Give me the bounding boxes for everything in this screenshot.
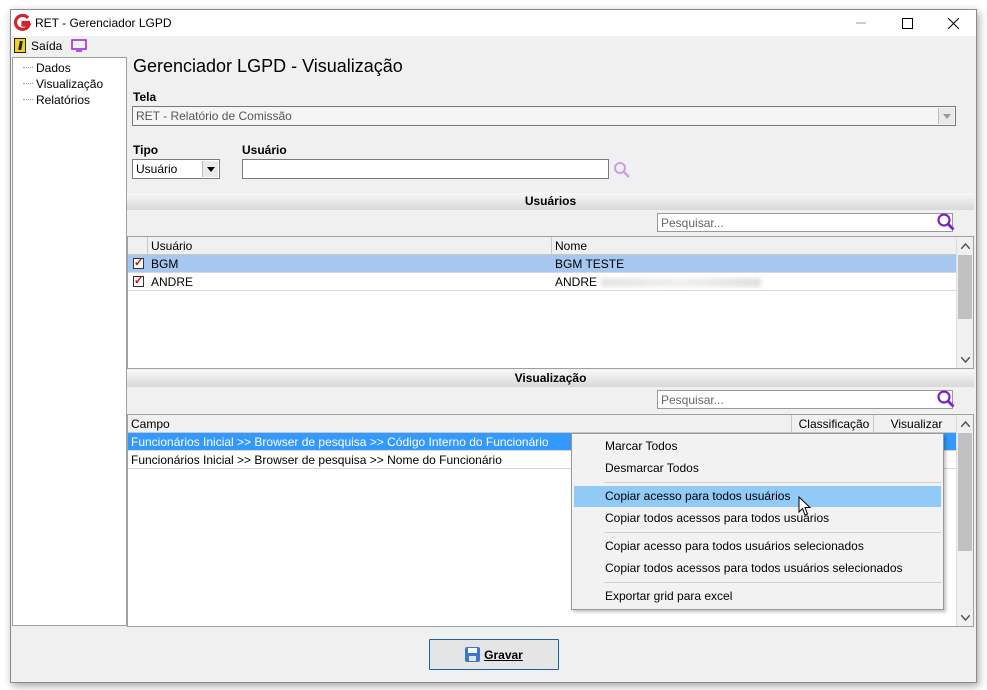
menu-separator (604, 482, 941, 483)
menu-item-copiar-todos-acessos-todos[interactable]: Copiar todos acessos para todos usuários (574, 508, 941, 529)
main-window: RET - Gerenciador LGPD Saída Dados Visua… (10, 9, 977, 683)
tela-label: Tela (133, 90, 157, 104)
save-button[interactable]: Gravar (429, 639, 559, 670)
menu-item-copiar-acesso-todos[interactable]: Copiar acesso para todos usuários (574, 486, 941, 507)
close-icon (947, 17, 959, 29)
menu-item-copiar-todos-acessos-selecionados[interactable]: Copiar todos acessos para todos usuários… (574, 558, 941, 579)
cell-usuario: BGM (151, 257, 179, 271)
tipo-value: Usuário (136, 162, 178, 176)
usuario-search-icon[interactable] (612, 160, 632, 180)
scroll-thumb[interactable] (958, 255, 972, 319)
cell-nome: BGM TESTE (555, 257, 625, 271)
maximize-icon (901, 17, 913, 29)
row-checkbox[interactable]: ✓ (133, 258, 144, 269)
tree-item-relatorios[interactable]: Relatórios (36, 93, 90, 107)
scroll-thumb[interactable] (958, 433, 972, 551)
tree-connector (23, 99, 33, 100)
tree-item-visualizacao[interactable]: Visualização (36, 77, 103, 91)
view-grid-scrollbar[interactable] (956, 415, 973, 626)
scroll-down-icon[interactable] (957, 351, 974, 368)
table-row[interactable]: ✓ BGM BGM TESTE (128, 255, 956, 273)
redacted-text (601, 278, 762, 288)
menu-bar: Saída (11, 36, 976, 56)
column-header-classificacao[interactable]: Classificação (792, 415, 874, 432)
minimize-icon (856, 22, 866, 24)
scroll-down-icon[interactable] (957, 609, 974, 626)
table-row[interactable]: ✓ ANDRE ANDRE (128, 273, 956, 291)
column-header-usuario[interactable]: Usuário (148, 237, 552, 254)
tela-select[interactable]: RET - Relatório de Comissão (132, 106, 956, 126)
column-header-visualizar[interactable]: Visualizar (874, 415, 956, 432)
chevron-down-icon (202, 161, 218, 177)
menu-separator (604, 532, 941, 533)
row-checkbox[interactable]: ✓ (133, 276, 144, 287)
floppy-disk-icon (465, 647, 481, 662)
users-grid-scrollbar[interactable] (956, 237, 973, 368)
cell-usuario: ANDRE (151, 275, 194, 289)
cell-nome-text: ANDRE (555, 275, 598, 289)
tipo-label: Tipo (133, 143, 159, 157)
mouse-cursor-icon (798, 496, 812, 516)
view-grid-header: Campo Classificação Visualizar (128, 415, 956, 433)
monitor-icon[interactable] (71, 39, 87, 52)
context-menu: Marcar Todos Desmarcar Todos Copiar aces… (571, 433, 944, 610)
minimize-button[interactable] (838, 10, 884, 36)
checkbox-column-header (128, 237, 148, 254)
tree-connector (23, 83, 33, 84)
usuario-label: Usuário (242, 143, 287, 157)
window-title: RET - Gerenciador LGPD (35, 16, 172, 30)
menu-item-marcar-todos[interactable]: Marcar Todos (574, 436, 941, 457)
usuario-input[interactable] (242, 159, 609, 179)
cell-nome: ANDRE (552, 273, 956, 290)
tree-connector (23, 67, 33, 68)
chevron-down-icon (938, 108, 954, 124)
tela-value: RET - Relatório de Comissão (136, 109, 292, 123)
exit-menu[interactable]: Saída (11, 36, 67, 56)
tree-item-dados[interactable]: Dados (36, 61, 71, 75)
scroll-up-icon[interactable] (957, 415, 974, 432)
column-header-campo[interactable]: Campo (128, 415, 792, 432)
users-grid: Usuário Nome ✓ BGM BGM TESTE ✓ ANDRE AND… (127, 236, 974, 369)
app-logo-icon (14, 14, 32, 31)
view-search-icon[interactable] (936, 389, 956, 409)
tipo-select[interactable]: Usuário (132, 159, 220, 179)
page-title: Gerenciador LGPD - Visualização (133, 56, 403, 76)
users-section-header: Usuários (127, 193, 974, 210)
maximize-button[interactable] (884, 10, 930, 36)
view-search-input[interactable]: Pesquisar... (657, 390, 953, 409)
menu-item-desmarcar-todos[interactable]: Desmarcar Todos (574, 458, 941, 479)
scroll-up-icon[interactable] (957, 237, 974, 254)
menu-item-copiar-acesso-selecionados[interactable]: Copiar acesso para todos usuários seleci… (574, 536, 941, 557)
close-button[interactable] (930, 10, 976, 36)
exit-door-icon (14, 38, 26, 53)
exit-label: Saída (31, 39, 63, 53)
save-label: Gravar (484, 647, 523, 662)
title-bar: RET - Gerenciador LGPD (11, 10, 976, 36)
view-section-header: Visualização (127, 370, 974, 387)
menu-separator (604, 582, 941, 583)
users-search-icon[interactable] (936, 212, 956, 232)
menu-item-exportar-excel[interactable]: Exportar grid para excel (574, 586, 941, 607)
column-header-nome[interactable]: Nome (552, 237, 956, 254)
navigation-tree: Dados Visualização Relatórios (12, 57, 127, 626)
users-grid-header: Usuário Nome (128, 237, 956, 255)
users-search-input[interactable]: Pesquisar... (657, 213, 953, 232)
